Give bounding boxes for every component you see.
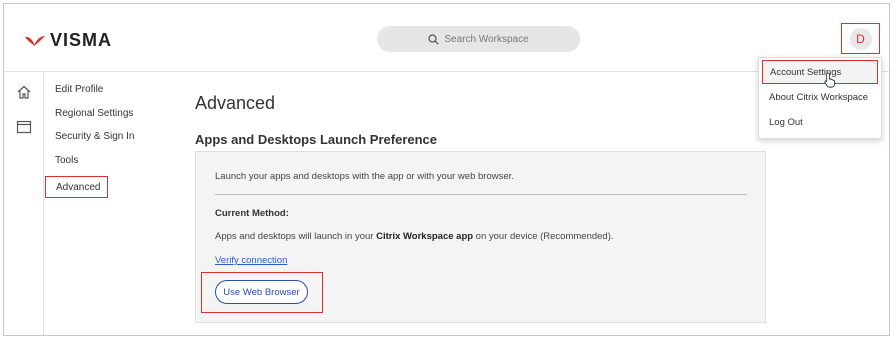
avatar-highlight[interactable]: D — [841, 23, 880, 54]
search-bar[interactable]: Search Workspace — [377, 26, 580, 52]
use-web-browser-button[interactable]: Use Web Browser — [215, 280, 308, 304]
user-menu: Account Settings About Citrix Workspace … — [758, 57, 882, 139]
search-icon — [428, 33, 440, 45]
divider — [215, 194, 747, 195]
visma-swoosh-icon — [25, 35, 45, 46]
menu-item-log-out[interactable]: Log Out — [769, 117, 803, 128]
web-browser-button-highlight: Use Web Browser — [201, 272, 323, 313]
verify-connection-link[interactable]: Verify connection — [215, 255, 287, 266]
current-method-text: Apps and desktops will launch in your Ci… — [215, 231, 614, 242]
app-window: VISMA Search Workspace D Edit Profile Re… — [3, 3, 890, 336]
citrix-app-name: Citrix Workspace app — [376, 231, 474, 242]
visma-logo: VISMA — [24, 30, 112, 51]
card-description: Launch your apps and desktops with the a… — [215, 171, 514, 182]
nav-advanced-label: Advanced — [56, 181, 101, 193]
nav-security-sign-in[interactable]: Security & Sign In — [55, 131, 134, 142]
section-title: Apps and Desktops Launch Preference — [195, 132, 438, 147]
menu-item-account-settings[interactable]: Account Settings — [762, 60, 878, 84]
nav-tools[interactable]: Tools — [55, 155, 78, 166]
page-title: Advanced — [195, 93, 276, 113]
launch-preference-card: Launch your apps and desktops with the a… — [195, 151, 766, 323]
nav-edit-profile[interactable]: Edit Profile — [55, 84, 103, 95]
menu-item-about-citrix[interactable]: About Citrix Workspace — [769, 92, 868, 103]
avatar[interactable]: D — [849, 27, 872, 50]
nav-regional-settings[interactable]: Regional Settings — [55, 108, 133, 119]
search-placeholder: Search Workspace — [444, 33, 529, 45]
top-bar: VISMA Search Workspace D — [4, 4, 889, 72]
home-icon[interactable] — [16, 84, 32, 100]
nav-advanced[interactable]: Advanced — [45, 176, 108, 198]
left-rail — [4, 71, 44, 335]
current-method-label: Current Method: — [215, 208, 289, 219]
hand-cursor-icon — [824, 72, 835, 88]
desktop-window-icon[interactable] — [16, 119, 32, 135]
brand-name: VISMA — [50, 30, 113, 50]
